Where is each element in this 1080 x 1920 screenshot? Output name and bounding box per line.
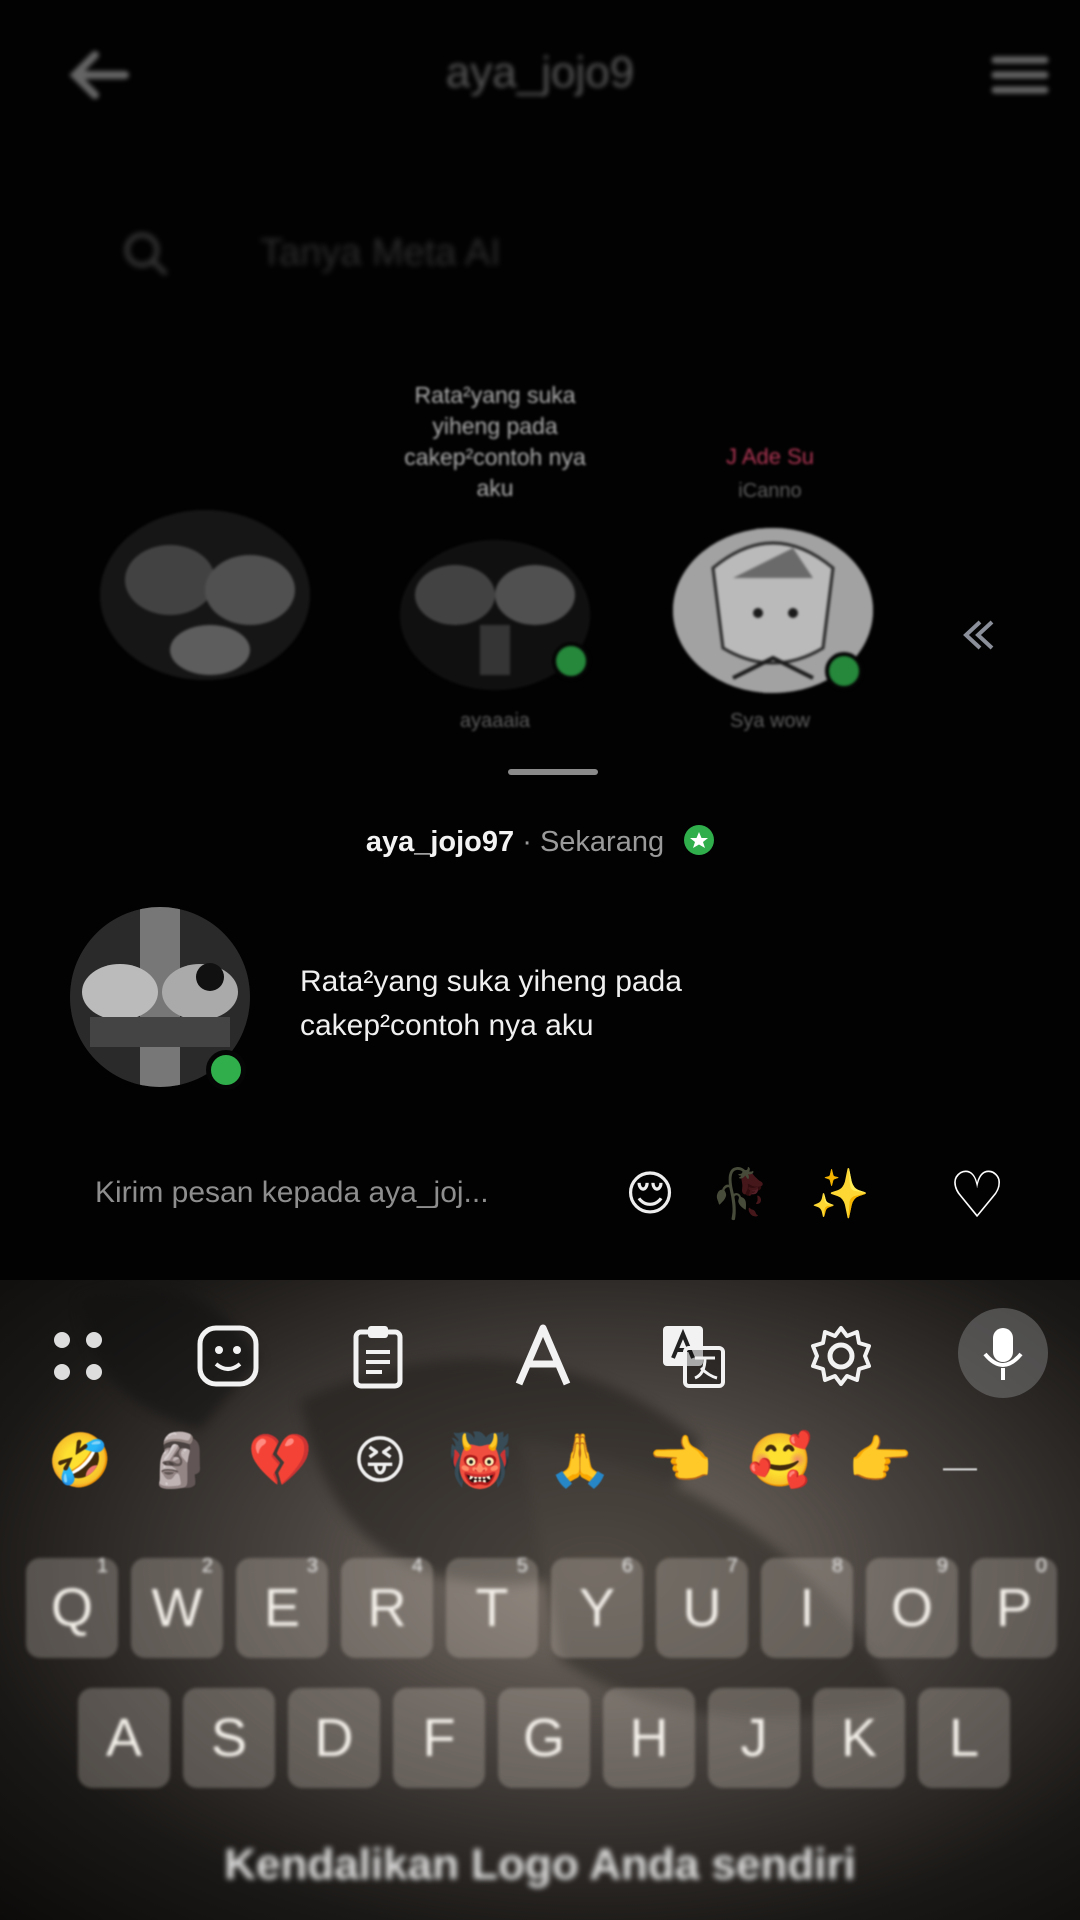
note-music-bubble: J Ade Su iCanno	[665, 440, 875, 508]
meta-ai-search[interactable]: Tanya Meta AI	[120, 220, 820, 290]
microphone-icon[interactable]	[958, 1308, 1048, 1398]
note-message: Rata²yang suka yiheng pada cakep²contoh …	[300, 965, 682, 1042]
online-indicator	[206, 1050, 246, 1090]
note-username: ayaaaia	[459, 710, 531, 732]
key-u[interactable]: U7	[656, 1556, 748, 1658]
wilted-flower-reaction[interactable]: 🥀	[705, 1160, 775, 1230]
sheet-drag-handle[interactable]	[508, 769, 598, 775]
music-artist: iCanno	[738, 480, 802, 502]
key-j[interactable]: J	[708, 1688, 800, 1788]
key-r[interactable]: R4	[341, 1556, 433, 1658]
key-a[interactable]: A	[78, 1688, 170, 1788]
keyboard-overlay-text: Kendalikan Logo Anda sendiri	[224, 1840, 856, 1889]
emoji-suggestion[interactable]: 👈	[630, 1430, 730, 1491]
avatar	[100, 510, 310, 680]
online-indicator	[825, 652, 863, 690]
key-i[interactable]: I8	[761, 1556, 853, 1658]
sparkles-reaction[interactable]: ✨	[805, 1160, 875, 1230]
key-l[interactable]: L	[918, 1688, 1010, 1788]
key-g[interactable]: G	[498, 1688, 590, 1788]
note-bubble: Rata²yang suka yiheng pada cakep²contoh …	[404, 382, 586, 501]
key-e[interactable]: E3	[236, 1556, 328, 1658]
translate-icon[interactable]	[655, 1318, 731, 1394]
keyboard-row-2: A S D F G H J K L	[0, 1688, 1080, 1808]
emoji-suggestion[interactable]: 🤣	[30, 1430, 130, 1491]
keyboard-row-1: Q1 W2 E3 R4 T5 Y6 U7 I8 O9 P0	[0, 1556, 1080, 1678]
key-o[interactable]: O9	[866, 1556, 958, 1658]
keyboard: 🤣 🗿 💔 😝 👹 🙏 👈 🥰 👉 — Q1 W2 E3 R4 T5 Y6 U7 I8 O9 P0…	[0, 1280, 1080, 1920]
search-icon	[120, 228, 172, 280]
emoji-suggestion-bar: 🤣 🗿 💔 😝 👹 🙏 👈 🥰 👉 —	[30, 1430, 1070, 1500]
chevron-left-icon[interactable]	[950, 610, 1000, 660]
key-d[interactable]: D	[288, 1688, 380, 1788]
emoji-suggestion[interactable]: 💔	[230, 1430, 330, 1491]
key-f[interactable]: F	[393, 1688, 485, 1788]
close-friends-star-icon	[684, 825, 715, 856]
text-style-icon[interactable]	[505, 1318, 581, 1394]
emoji-suggestion[interactable]: 👉	[830, 1430, 930, 1491]
heart-icon[interactable]: ♡	[942, 1160, 1012, 1230]
key-s[interactable]: S	[183, 1688, 275, 1788]
notes-row: Rata²yang suka yiheng pada cakep²contoh …	[0, 380, 1080, 740]
key-w[interactable]: W2	[131, 1556, 223, 1658]
key-k[interactable]: K	[813, 1688, 905, 1788]
sheet-time: Sekarang	[539, 826, 665, 858]
separator: ·	[522, 826, 532, 858]
emoji-suggestion[interactable]: 👹	[430, 1430, 530, 1491]
clipboard-icon[interactable]	[340, 1318, 416, 1394]
emoji-suggestion[interactable]: 🥰	[730, 1430, 830, 1491]
sheet-username[interactable]: aya_jojo97	[366, 826, 514, 858]
key-p[interactable]: P0	[971, 1556, 1057, 1658]
sticker-icon[interactable]	[190, 1318, 266, 1394]
chat-title[interactable]: aya_jojo9	[0, 48, 1080, 98]
key-t[interactable]: T5	[446, 1556, 538, 1658]
top-bar: aya_jojo9	[0, 0, 1080, 140]
apps-grid-icon[interactable]	[40, 1318, 116, 1394]
settings-gear-icon[interactable]	[803, 1318, 879, 1394]
key-q[interactable]: Q1	[26, 1556, 118, 1658]
emoji-suggestion[interactable]: 🗿	[130, 1430, 230, 1491]
sheet-header: aya_jojo97 · Sekarang	[0, 825, 1080, 859]
message-input[interactable]: Kirim pesan kepada aya_joj...	[95, 1176, 489, 1210]
relieved-face-reaction[interactable]: 😌	[615, 1160, 685, 1230]
menu-icon[interactable]	[980, 40, 1060, 110]
emoji-suggestion[interactable]: —	[930, 1448, 990, 1487]
reply-composer: Kirim pesan kepada aya_joj... 😌 🥀 ✨ ♡	[0, 1160, 1080, 1230]
key-y[interactable]: Y6	[551, 1556, 643, 1658]
online-indicator	[552, 642, 590, 680]
emoji-suggestion[interactable]: 🙏	[530, 1430, 630, 1491]
key-h[interactable]: H	[603, 1688, 695, 1788]
music-title: J Ade Su	[725, 444, 815, 469]
search-placeholder: Tanya Meta AI	[260, 232, 501, 274]
emoji-suggestion[interactable]: 😝	[330, 1431, 430, 1491]
note-username: Sya wow	[729, 710, 811, 732]
